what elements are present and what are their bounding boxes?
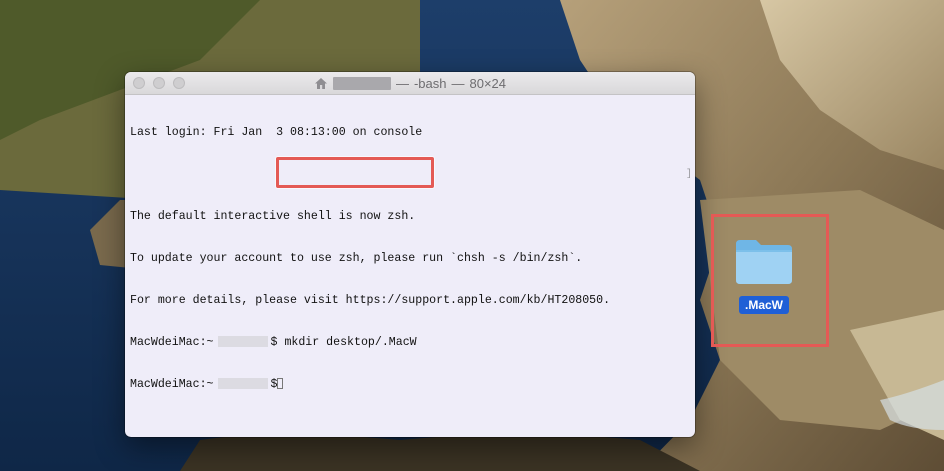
redacted-username bbox=[332, 76, 391, 90]
command-line: MacWdeiMac:~ $ mkdir desktop/.MacW bbox=[130, 336, 690, 350]
command-text: mkdir desktop/.MacW bbox=[284, 336, 417, 349]
terminal-window[interactable]: — -bash — 80×24 Last login: Fri Jan 3 08… bbox=[125, 72, 695, 437]
prompt-symbol: $ bbox=[270, 336, 278, 349]
terminal-output[interactable]: Last login: Fri Jan 3 08:13:00 on consol… bbox=[125, 95, 695, 423]
terminal-line: For more details, please visit https://s… bbox=[130, 294, 611, 307]
folder-icon[interactable] bbox=[733, 236, 795, 286]
minimize-button[interactable] bbox=[153, 77, 165, 89]
redacted-username bbox=[217, 336, 268, 348]
text-cursor bbox=[277, 378, 284, 390]
home-icon bbox=[314, 77, 328, 90]
prompt-symbol: $ bbox=[270, 378, 278, 391]
title-size: 80×24 bbox=[469, 75, 507, 91]
terminal-line: To update your account to use zsh, pleas… bbox=[130, 252, 583, 265]
folder-label[interactable]: .MacW bbox=[738, 296, 789, 314]
desktop-folder[interactable]: .MacW bbox=[733, 236, 795, 314]
prompt-host: MacWdeiMac:~ bbox=[130, 336, 214, 349]
title-process: -bash bbox=[413, 75, 447, 91]
zoom-button[interactable] bbox=[173, 77, 185, 89]
title-separator-right: — bbox=[451, 75, 465, 91]
command-highlight bbox=[276, 157, 434, 188]
terminal-line: The default interactive shell is now zsh… bbox=[130, 210, 416, 223]
redacted-username bbox=[217, 378, 268, 390]
scroll-marker: ] bbox=[685, 169, 692, 180]
prompt-host: MacWdeiMac:~ bbox=[130, 378, 214, 391]
window-controls bbox=[133, 77, 185, 89]
close-button[interactable] bbox=[133, 77, 145, 89]
window-title: — -bash — 80×24 bbox=[314, 76, 506, 91]
title-separator-left: — bbox=[395, 75, 409, 91]
terminal-line: Last login: Fri Jan 3 08:13:00 on consol… bbox=[130, 126, 423, 139]
active-prompt-line[interactable]: MacWdeiMac:~ $ bbox=[130, 378, 690, 392]
title-bar[interactable]: — -bash — 80×24 bbox=[125, 72, 695, 95]
